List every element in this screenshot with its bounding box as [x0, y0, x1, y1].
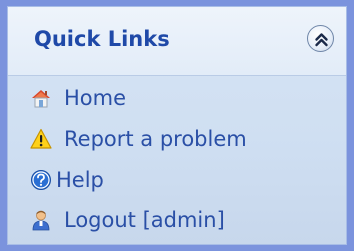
quick-link-report-problem[interactable]: Report a problem [8, 124, 346, 154]
double-chevron-up-icon [315, 33, 328, 47]
home-icon [32, 90, 50, 108]
warning-icon [30, 128, 52, 149]
quick-link-label: Help [56, 168, 104, 192]
quick-link-label: Home [64, 86, 127, 110]
quick-links-frame: Quick Links Home Report a problem Help L… [0, 0, 354, 251]
quick-link-label: Report a problem [64, 127, 247, 151]
quick-links-panel: Quick Links Home Report a problem Help L… [7, 6, 347, 245]
quick-link-label: Logout [admin] [64, 208, 225, 232]
user-icon [32, 210, 50, 231]
quick-link-logout[interactable]: Logout [admin] [8, 205, 346, 235]
collapse-button[interactable] [307, 25, 334, 52]
help-icon [31, 170, 51, 190]
quick-link-home[interactable]: Home [8, 83, 346, 113]
panel-header: Quick Links [8, 7, 346, 76]
panel-title: Quick Links [34, 27, 170, 51]
quick-link-help[interactable]: Help [8, 165, 346, 195]
